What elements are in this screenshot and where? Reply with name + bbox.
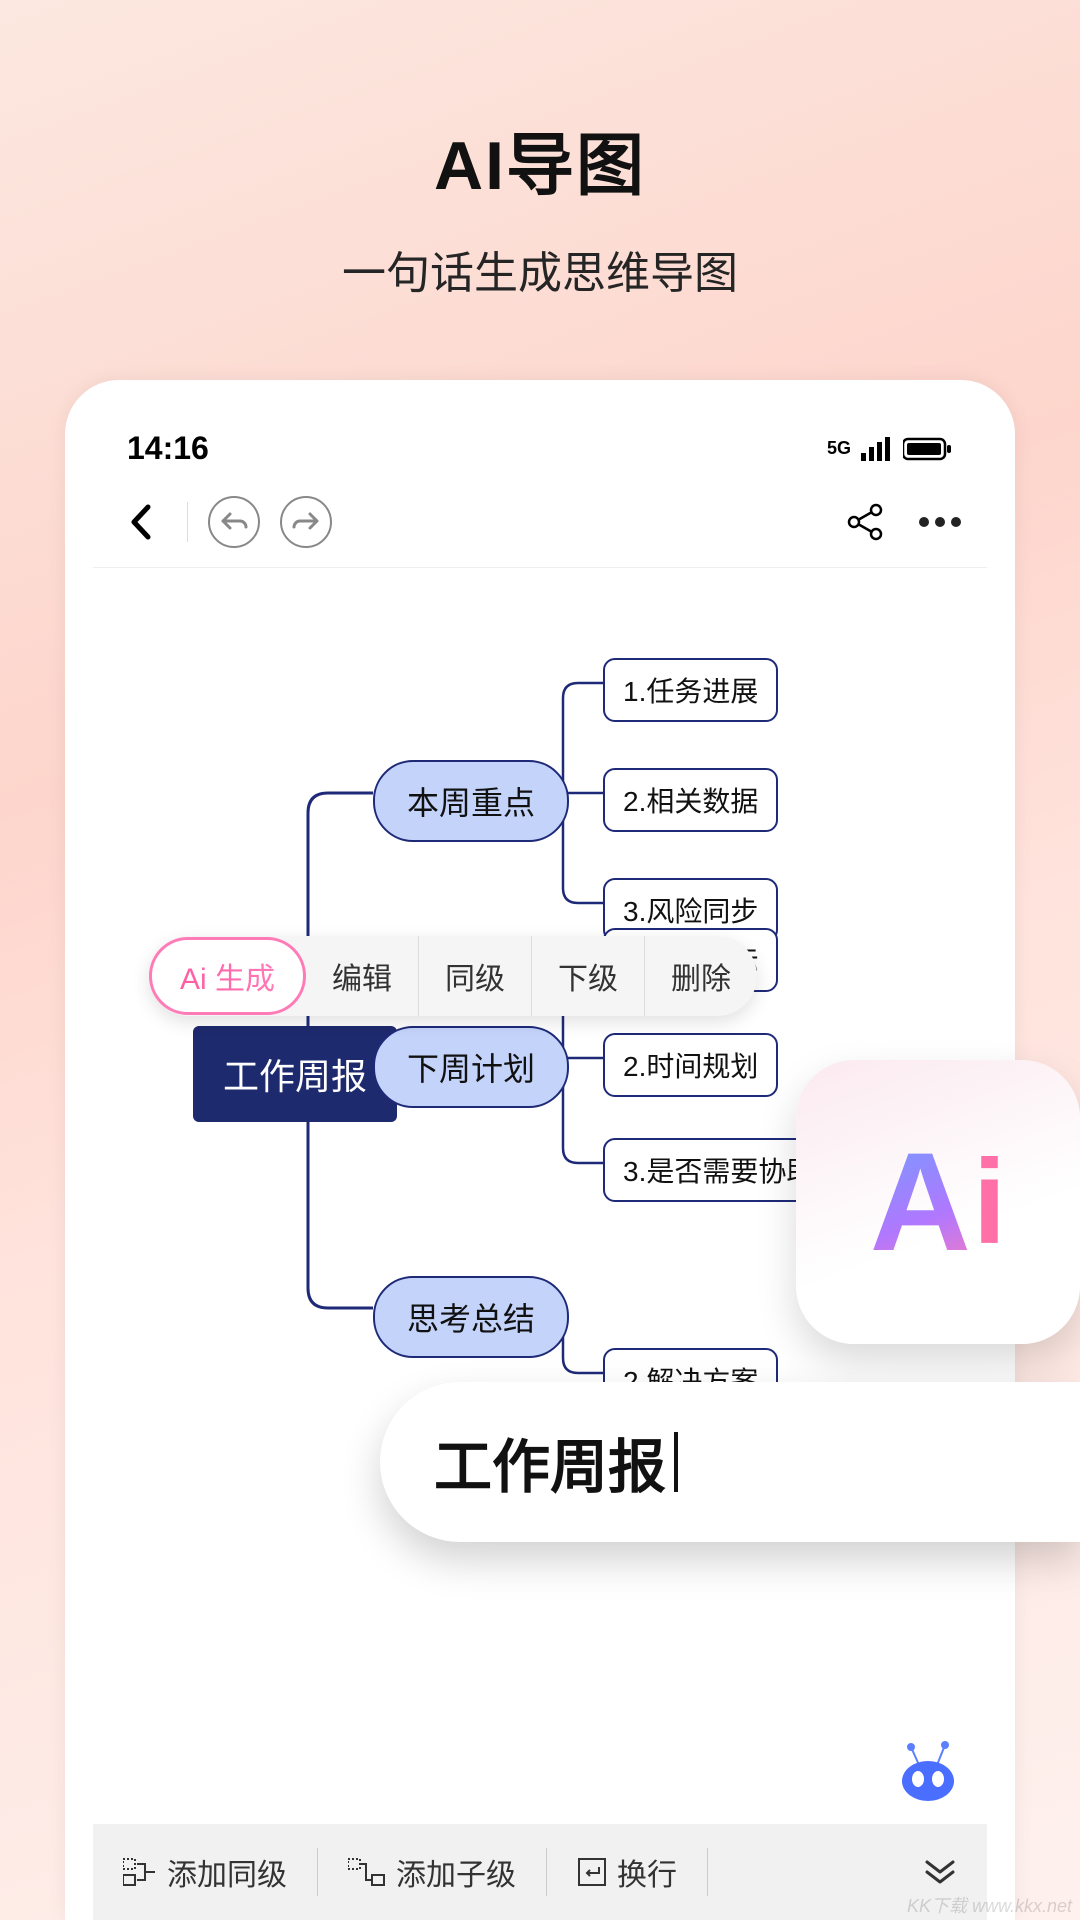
- text-cursor: [674, 1432, 678, 1492]
- mindmap-branch[interactable]: 下周计划: [373, 1026, 569, 1108]
- headline-subtitle: 一句话生成思维导图: [0, 237, 1080, 301]
- redo-button[interactable]: [280, 496, 332, 548]
- collapse-button[interactable]: [923, 1856, 987, 1889]
- ai-logo-a: A: [870, 1121, 971, 1283]
- add-sibling-label: 添加同级: [167, 1850, 287, 1894]
- ai-generate-label: Ai 生成: [180, 954, 275, 998]
- float-input-text: 工作周报: [434, 1420, 666, 1504]
- context-delete[interactable]: 删除: [645, 936, 757, 1016]
- context-menu: Ai 生成 编辑 同级 下级 删除: [149, 936, 757, 1016]
- float-ai-card: Ai: [796, 1060, 1080, 1344]
- battery-icon: [903, 437, 953, 461]
- divider: [707, 1848, 708, 1896]
- more-button[interactable]: [913, 495, 967, 549]
- newline-icon: [577, 1857, 607, 1887]
- watermark: KK下载 www.kkx.net: [907, 1892, 1072, 1918]
- context-edit[interactable]: 编辑: [306, 936, 419, 1016]
- newline-button[interactable]: 换行: [547, 1850, 707, 1894]
- status-network-label: 5G: [827, 438, 851, 459]
- headline: AI导图 一句话生成思维导图: [0, 110, 1080, 301]
- mindmap-root[interactable]: 工作周报: [193, 1026, 397, 1122]
- headline-title: AI导图: [0, 110, 1080, 209]
- mindmap-branch[interactable]: 思考总结: [373, 1276, 569, 1358]
- bot-icon[interactable]: [893, 1735, 963, 1810]
- undo-button[interactable]: [208, 496, 260, 548]
- chevron-down-icon: [923, 1856, 957, 1884]
- newline-label: 换行: [617, 1850, 677, 1894]
- add-child-label: 添加子级: [396, 1850, 516, 1894]
- share-button[interactable]: [839, 495, 893, 549]
- signal-icon: [861, 437, 893, 461]
- mindmap-leaf[interactable]: 2.时间规划: [603, 1033, 778, 1097]
- float-input-bubble[interactable]: 工作周报: [380, 1382, 1080, 1542]
- add-sibling-icon: [123, 1857, 157, 1887]
- context-child[interactable]: 下级: [532, 936, 645, 1016]
- add-child-button[interactable]: 添加子级: [318, 1850, 546, 1894]
- ai-logo-i: i: [973, 1133, 1006, 1271]
- context-sibling[interactable]: 同级: [419, 936, 532, 1016]
- status-time: 14:16: [127, 430, 209, 467]
- nav-bar: [93, 477, 987, 568]
- status-bar: 14:16 5G: [93, 408, 987, 477]
- bottom-toolbar: 添加同级 添加子级 换行: [93, 1824, 987, 1920]
- mindmap-leaf[interactable]: 1.任务进展: [603, 658, 778, 722]
- add-sibling-button[interactable]: 添加同级: [93, 1850, 317, 1894]
- ai-generate-button[interactable]: Ai 生成: [149, 937, 306, 1015]
- add-child-icon: [348, 1857, 386, 1887]
- back-button[interactable]: [113, 495, 167, 549]
- mindmap-branch[interactable]: 本周重点: [373, 760, 569, 842]
- divider: [187, 502, 188, 542]
- mindmap-leaf[interactable]: 2.相关数据: [603, 768, 778, 832]
